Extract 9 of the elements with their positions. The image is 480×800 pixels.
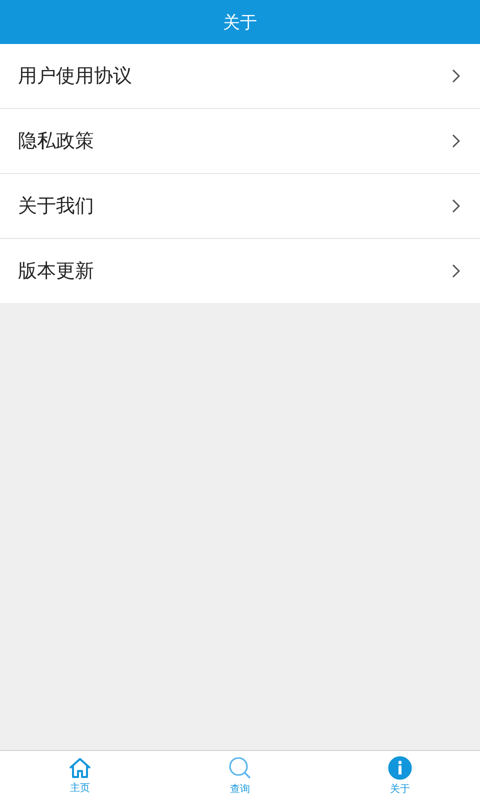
menu-item[interactable]: 关于我们 <box>0 174 480 239</box>
chevron-icon <box>452 134 460 148</box>
menu-item[interactable]: 隐私政策 <box>0 109 480 174</box>
chevron-icon <box>452 264 460 278</box>
chevron-icon <box>452 199 460 213</box>
page-title: 关于 <box>223 12 257 34</box>
menu-item[interactable]: 用户使用协议 <box>0 44 480 109</box>
chevron-icon <box>452 69 460 83</box>
menu-item[interactable]: 版本更新 <box>0 239 480 303</box>
